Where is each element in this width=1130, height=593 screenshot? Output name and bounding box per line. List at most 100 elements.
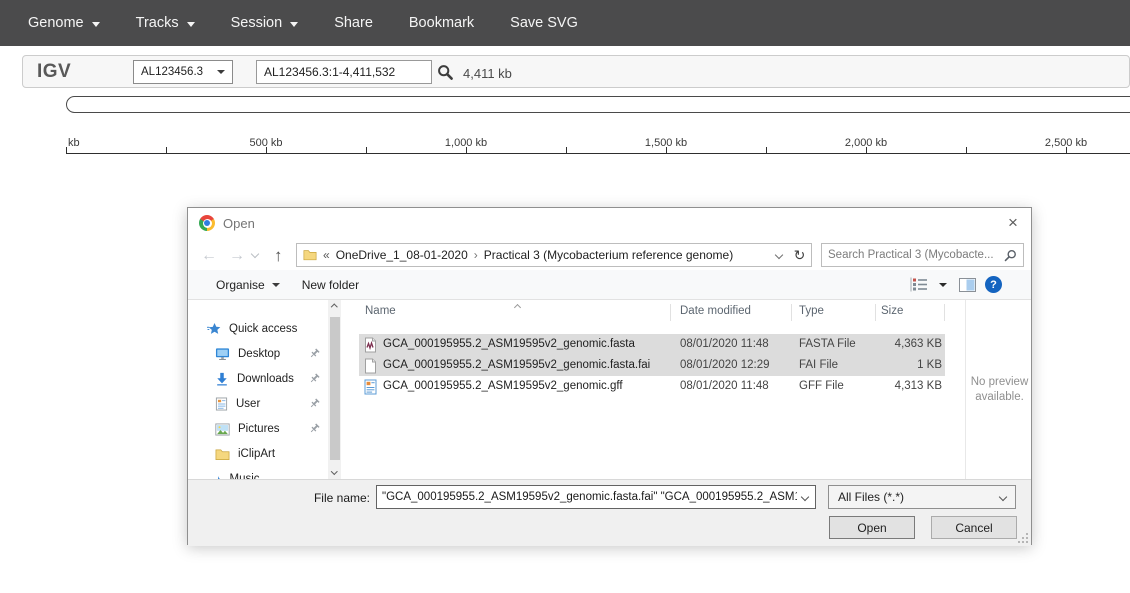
search-box[interactable] — [821, 243, 1024, 267]
sidebar-item-pictures[interactable]: Pictures — [188, 417, 328, 441]
dialog-footer: File name: All Files (*.*) Open Cancel — [188, 479, 1031, 546]
search-icon[interactable] — [437, 64, 454, 81]
sidebar-item-iclipart[interactable]: iClipArt — [188, 442, 328, 466]
column-divider[interactable] — [875, 304, 876, 321]
chevron-down-icon[interactable] — [801, 493, 809, 501]
address-bar[interactable]: « OneDrive_1_08-01-2020 › Practical 3 (M… — [296, 243, 789, 267]
sidebar-item-music[interactable]: ♪ Music — [188, 467, 328, 479]
navigation-pane: Quick access Desktop — [188, 300, 328, 479]
chromosome-select[interactable]: AL123456.3 — [133, 60, 233, 84]
sidebar-scrollbar[interactable] — [328, 300, 341, 479]
file-name-combo[interactable] — [376, 485, 816, 509]
ruler-tick — [566, 147, 567, 153]
organise-label: Organise — [216, 278, 265, 292]
preview-pane-toggle[interactable] — [959, 270, 976, 299]
menu-tracks[interactable]: Tracks — [136, 15, 195, 31]
chromosome-ideogram[interactable] — [66, 96, 1130, 113]
column-divider[interactable] — [791, 304, 792, 321]
view-mode-button[interactable] — [910, 270, 928, 299]
open-file-dialog: Open × ← → ↑ « OneDrive_1_08-01-2020 › P… — [187, 207, 1032, 545]
close-icon[interactable]: × — [999, 210, 1027, 236]
scroll-down-icon[interactable] — [328, 464, 341, 479]
organise-button[interactable]: Organise — [216, 278, 280, 292]
menu-bookmark-label: Bookmark — [409, 15, 474, 31]
file-row-gff[interactable]: GCA_000195955.2_ASM19595v2_genomic.gff 0… — [359, 376, 945, 397]
column-divider[interactable] — [670, 304, 671, 321]
new-folder-button[interactable]: New folder — [302, 278, 359, 292]
file-date: 08/01/2020 11:48 — [680, 380, 769, 392]
ruler-tick — [366, 147, 367, 153]
downloads-icon — [215, 372, 229, 386]
search-icon — [1004, 249, 1017, 262]
menu-session[interactable]: Session — [231, 15, 299, 31]
sidebar-item-label: Pictures — [238, 423, 280, 435]
cancel-button[interactable]: Cancel — [931, 516, 1017, 539]
file-name-input[interactable] — [377, 491, 802, 503]
back-icon[interactable]: ← — [201, 248, 217, 264]
file-date: 08/01/2020 12:29 — [680, 359, 770, 371]
view-mode-dropdown[interactable] — [939, 270, 947, 299]
pin-icon — [309, 423, 320, 434]
file-list: Name Date modified Type Size GCA_0001959… — [341, 300, 964, 479]
preview-text-line1: No preview — [971, 375, 1029, 390]
sidebar-item-label: Desktop — [238, 348, 280, 360]
menu-save-svg[interactable]: Save SVG — [510, 15, 578, 31]
fai-file-icon — [363, 358, 378, 374]
up-icon[interactable]: ↑ — [274, 247, 283, 264]
refresh-icon: ↻ — [794, 247, 806, 264]
column-header-type[interactable]: Type — [799, 305, 824, 317]
recent-locations-chevron-icon[interactable] — [251, 250, 259, 258]
breadcrumb-onedrive[interactable]: OneDrive_1_08-01-2020 — [336, 248, 468, 262]
sidebar-item-desktop[interactable]: Desktop — [188, 342, 328, 366]
file-size: 4,363 KB — [862, 338, 942, 350]
sidebar-item-quick-access[interactable]: Quick access — [188, 317, 328, 341]
file-type: GFF File — [799, 380, 844, 392]
ruler-label-1500kb: 1,500 kb — [645, 137, 687, 149]
file-name-label: File name: — [248, 491, 370, 505]
ruler-label-500kb: 500 kb — [249, 137, 282, 149]
folder-icon — [215, 448, 230, 461]
ruler-tick — [66, 147, 67, 153]
file-row-fai[interactable]: GCA_000195955.2_ASM19595v2_genomic.fasta… — [359, 355, 945, 376]
open-button[interactable]: Open — [829, 516, 915, 539]
genome-ruler: kb 500 kb 1,000 kb 1,500 kb 2,000 kb 2,5… — [0, 137, 1130, 155]
forward-icon[interactable]: → — [229, 248, 245, 264]
file-row-fasta[interactable]: GCA_000195955.2_ASM19595v2_genomic.fasta… — [359, 334, 945, 355]
column-header-date-modified[interactable]: Date modified — [680, 305, 751, 317]
help-button[interactable] — [985, 270, 1002, 299]
preview-pane: No preview available. — [966, 300, 1033, 479]
scroll-up-icon[interactable] — [328, 300, 341, 315]
locus-input[interactable] — [256, 60, 432, 84]
chevron-down-icon — [939, 283, 947, 287]
column-header-name[interactable]: Name — [365, 305, 396, 317]
chevron-down-icon — [187, 22, 195, 27]
chrome-icon — [199, 215, 215, 231]
breadcrumb-overflow[interactable]: « — [323, 248, 330, 262]
breadcrumb-practical3[interactable]: Practical 3 (Mycobacterium reference gen… — [484, 248, 733, 262]
column-header-size[interactable]: Size — [881, 305, 903, 317]
ruler-label-2500kb: 2,500 kb — [1045, 137, 1087, 149]
scrollbar-thumb[interactable] — [330, 317, 340, 460]
menu-share[interactable]: Share — [334, 15, 373, 31]
resize-grip[interactable] — [1026, 541, 1028, 543]
menu-genome[interactable]: Genome — [28, 15, 100, 31]
refresh-button[interactable]: ↻ — [788, 243, 812, 267]
file-name: GCA_000195955.2_ASM19595v2_genomic.gff — [383, 380, 623, 392]
new-folder-label: New folder — [302, 278, 359, 292]
menu-bookmark[interactable]: Bookmark — [409, 15, 474, 31]
search-input[interactable] — [828, 249, 1000, 261]
pin-icon — [309, 373, 320, 384]
file-size: 4,313 KB — [862, 380, 942, 392]
folder-icon — [303, 249, 317, 261]
column-divider[interactable] — [944, 304, 945, 321]
file-type-select[interactable]: All Files (*.*) — [828, 485, 1016, 509]
desktop-icon — [215, 347, 230, 361]
address-dropdown-chevron-icon[interactable] — [775, 251, 783, 259]
gff-file-icon — [363, 379, 378, 395]
dialog-titlebar[interactable]: Open × — [188, 208, 1031, 238]
sidebar-item-user[interactable]: User — [188, 392, 328, 416]
menu-tracks-label: Tracks — [136, 15, 179, 31]
sidebar-item-label: User — [236, 398, 260, 410]
sidebar-item-downloads[interactable]: Downloads — [188, 367, 328, 391]
preview-pane-icon — [959, 278, 976, 292]
